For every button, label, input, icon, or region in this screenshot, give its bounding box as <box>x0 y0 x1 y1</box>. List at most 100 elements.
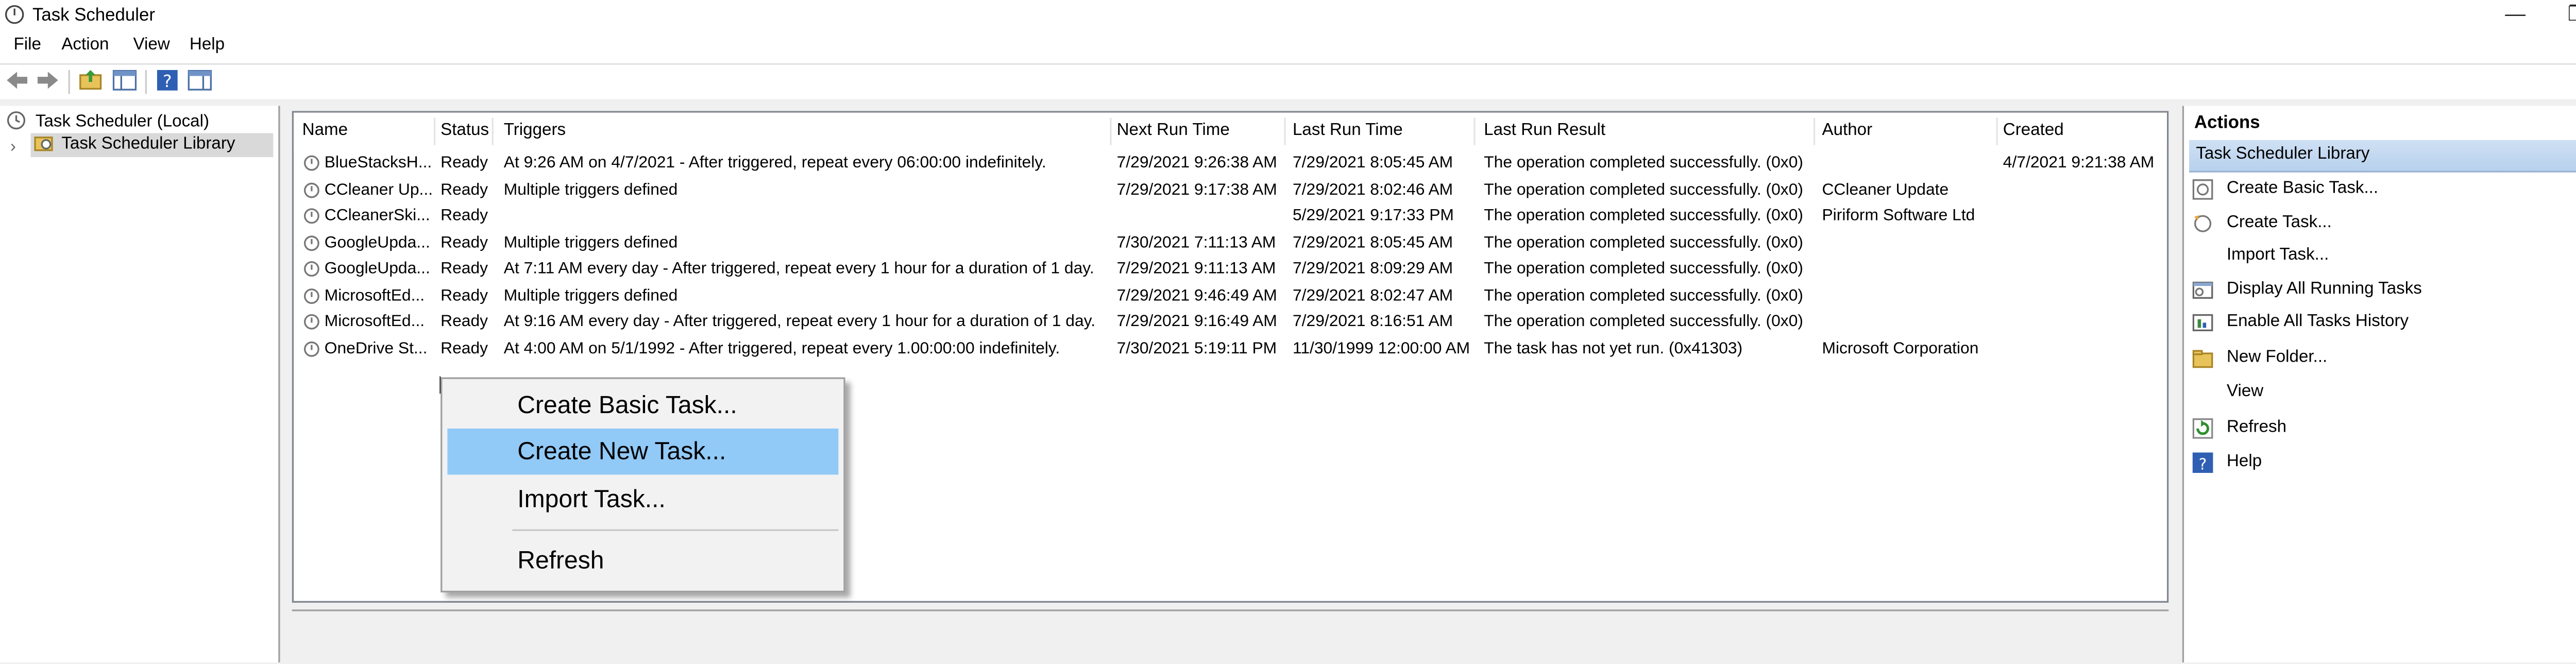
cell-last-run-time: 7/29/2021 8:05:45 AM <box>1293 233 1453 252</box>
table-row[interactable]: CCleaner Up... Ready Multiple triggers d… <box>294 177 2167 202</box>
task-icon <box>303 155 319 171</box>
table-row[interactable]: GoogleUpda... Ready Multiple triggers de… <box>294 230 2167 256</box>
action-create-task[interactable]: Create Task... <box>2227 213 2332 232</box>
column-header-author[interactable]: Author <box>1822 121 1872 140</box>
column-header-created[interactable]: Created <box>2003 121 2064 140</box>
cell-name: MicrosoftEd... <box>324 312 425 331</box>
action-display-all-running-tasks[interactable]: Display All Running Tasks <box>2227 280 2422 299</box>
actions-pane: Actions Task Scheduler Library ▲ Create … <box>2182 106 2576 662</box>
svg-text:?: ? <box>163 71 172 91</box>
cell-next-run-time: 7/29/2021 9:26:38 AM <box>1116 154 1277 173</box>
help-icon[interactable]: ? <box>156 69 179 92</box>
action-view[interactable]: View <box>2227 382 2263 401</box>
cell-last-run-result: The operation completed successfully. (0… <box>1484 259 1804 279</box>
context-menu-refresh[interactable]: Refresh <box>447 538 838 584</box>
tree-item-task-scheduler-library[interactable]: Task Scheduler Library <box>30 133 274 157</box>
maximize-button[interactable]: ❐ <box>2548 0 2576 32</box>
action-new-folder[interactable]: New Folder... <box>2227 348 2327 367</box>
cell-name: GoogleUpda... <box>324 233 430 252</box>
cell-triggers: Multiple triggers defined <box>503 180 678 199</box>
action-enable-all-tasks-history[interactable]: Enable All Tasks History <box>2227 313 2409 331</box>
show-hide-action-pane-icon[interactable] <box>188 69 212 92</box>
column-divider[interactable] <box>492 117 494 145</box>
column-header-triggers[interactable]: Triggers <box>504 121 566 140</box>
context-menu-create-basic-task[interactable]: Create Basic Task... <box>447 382 838 428</box>
tree-item-label: Task Scheduler Library <box>61 134 235 154</box>
column-divider[interactable] <box>433 117 436 145</box>
cell-next-run-time: 7/29/2021 9:17:38 AM <box>1116 180 1277 199</box>
cell-status: Ready <box>440 338 488 358</box>
cell-next-run-time: 7/30/2021 7:11:13 AM <box>1116 233 1276 252</box>
new-folder-icon <box>2192 350 2213 368</box>
help-icon: ? <box>2192 452 2213 473</box>
table-header: Name Status Triggers Next Run Time Last … <box>294 112 2167 149</box>
toolbar: ? <box>0 64 2576 99</box>
column-header-status[interactable]: Status <box>440 121 489 140</box>
cell-last-run-result: The operation completed successfully. (0… <box>1484 286 1804 305</box>
column-divider[interactable] <box>1996 117 1998 145</box>
cell-next-run-time: 7/30/2021 5:19:11 PM <box>1116 338 1277 358</box>
cell-last-run-time: 7/29/2021 8:02:47 AM <box>1293 286 1453 305</box>
toolbar-separator <box>145 70 147 94</box>
cell-last-run-time: 7/29/2021 8:02:46 AM <box>1293 180 1453 199</box>
menu-action[interactable]: Action <box>61 36 109 55</box>
table-row[interactable]: MicrosoftEd... Ready At 9:16 AM every da… <box>294 309 2167 335</box>
actions-section-header[interactable]: Task Scheduler Library ▲ <box>2189 140 2576 173</box>
menu-bar: File Action View Help <box>0 32 2576 65</box>
column-divider[interactable] <box>1284 117 1286 145</box>
table-row[interactable]: GoogleUpda... Ready At 7:11 AM every day… <box>294 256 2167 282</box>
cell-last-run-time: 11/30/1999 12:00:00 AM <box>1293 338 1470 358</box>
cell-triggers: At 9:16 AM every day - After triggered, … <box>503 312 1096 331</box>
action-create-basic-task[interactable]: Create Basic Task... <box>2227 179 2378 198</box>
forward-arrow-icon[interactable] <box>36 69 60 92</box>
column-header-last-run-result[interactable]: Last Run Result <box>1484 121 1605 140</box>
svg-text:?: ? <box>2199 455 2207 473</box>
cell-next-run-time: 7/29/2021 9:46:49 AM <box>1116 286 1277 305</box>
action-refresh[interactable]: Refresh <box>2227 418 2286 437</box>
cell-status: Ready <box>440 312 488 331</box>
clock-icon <box>7 111 26 130</box>
minimize-button[interactable]: — <box>2486 0 2545 32</box>
cell-name: BlueStacksH... <box>324 154 432 173</box>
table-row[interactable]: MicrosoftEd... Ready Multiple triggers d… <box>294 283 2167 309</box>
cell-author: CCleaner Update <box>1822 180 1949 199</box>
task-icon <box>303 261 319 277</box>
table-row[interactable]: BlueStacksH... Ready At 9:26 AM on 4/7/2… <box>294 150 2167 176</box>
cell-author: Piriform Software Ltd <box>1822 207 1975 226</box>
column-header-name[interactable]: Name <box>302 121 348 140</box>
cell-name: GoogleUpda... <box>324 259 430 279</box>
up-folder-icon[interactable] <box>78 69 102 92</box>
context-menu-import-task[interactable]: Import Task... <box>447 476 838 522</box>
cell-last-run-result: The operation completed successfully. (0… <box>1484 312 1804 331</box>
tree-item-task-scheduler-local[interactable]: Task Scheduler (Local) <box>7 111 209 131</box>
expand-chevron-icon[interactable]: › <box>10 138 16 157</box>
context-menu-create-new-task[interactable]: Create New Task... <box>447 428 839 475</box>
cell-triggers: Multiple triggers defined <box>503 233 678 252</box>
cell-last-run-result: The operation completed successfully. (0… <box>1484 207 1804 226</box>
action-help[interactable]: Help <box>2227 452 2262 471</box>
task-scheduler-window: Task Scheduler — ❐ ✕ File Action View He… <box>0 0 2576 664</box>
table-row[interactable]: OneDrive St... Ready At 4:00 AM on 5/1/1… <box>294 335 2167 361</box>
column-divider[interactable] <box>1110 117 1112 145</box>
task-icon <box>303 340 319 356</box>
cell-last-run-result: The task has not yet run. (0x41303) <box>1484 338 1743 358</box>
cell-status: Ready <box>440 154 488 173</box>
column-header-last-run-time[interactable]: Last Run Time <box>1293 121 1403 140</box>
column-header-next-run-time[interactable]: Next Run Time <box>1117 121 1230 140</box>
cell-triggers: At 4:00 AM on 5/1/1992 - After triggered… <box>503 338 1060 358</box>
tree-item-label: Task Scheduler (Local) <box>35 112 210 132</box>
back-arrow-icon[interactable] <box>5 69 29 92</box>
menu-view[interactable]: View <box>133 36 170 55</box>
show-hide-console-tree-icon[interactable] <box>112 69 137 92</box>
cell-status: Ready <box>440 180 488 199</box>
cell-triggers: At 9:26 AM on 4/7/2021 - After triggered… <box>503 154 1046 173</box>
action-import-task[interactable]: Import Task... <box>2227 246 2329 264</box>
column-divider[interactable] <box>1813 117 1816 145</box>
context-menu: Create Basic Task... Create New Task... … <box>440 377 845 593</box>
title-bar: Task Scheduler — ❐ ✕ <box>0 0 2576 32</box>
menu-file[interactable]: File <box>14 36 41 55</box>
column-divider[interactable] <box>1473 117 1476 145</box>
menu-help[interactable]: Help <box>190 36 225 55</box>
cell-name: OneDrive St... <box>324 338 428 358</box>
table-row[interactable]: CCleanerSki... Ready 5/29/2021 9:17:33 P… <box>294 203 2167 229</box>
